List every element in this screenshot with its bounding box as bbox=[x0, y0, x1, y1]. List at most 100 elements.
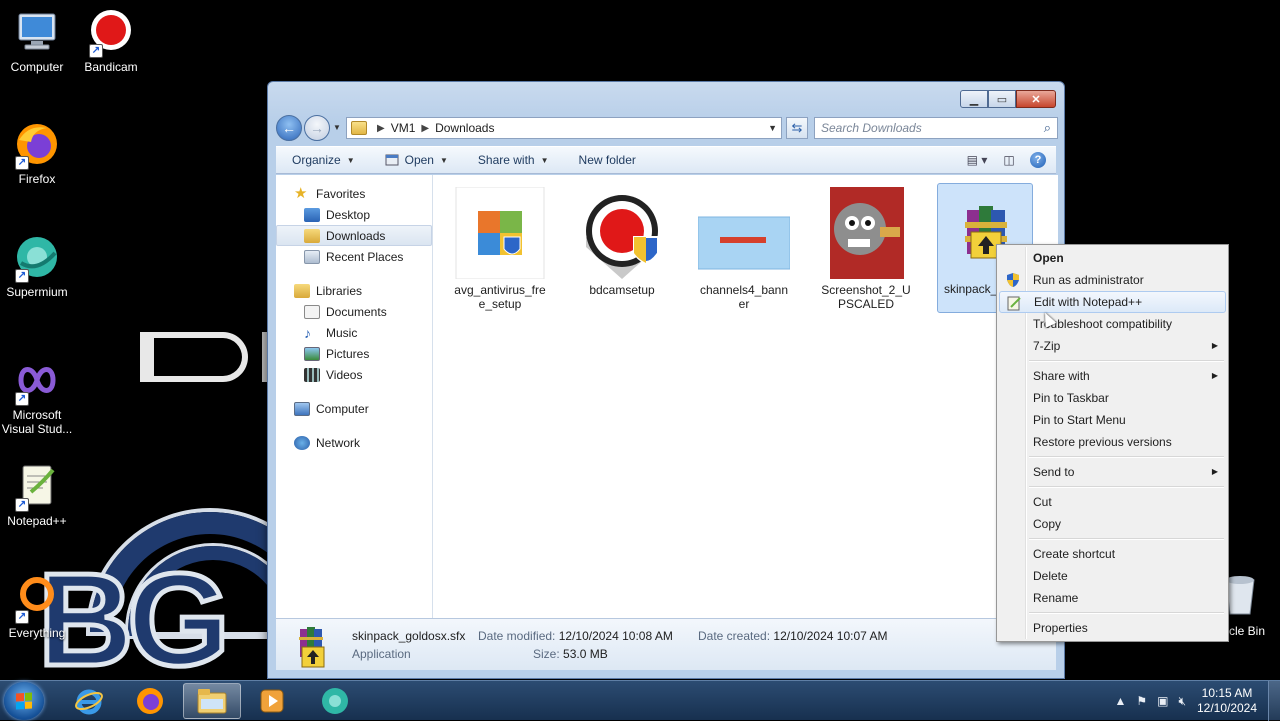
nav-music[interactable]: ♪ Music bbox=[276, 322, 432, 343]
menu-item-cut[interactable]: Cut bbox=[999, 491, 1226, 513]
menu-item-properties[interactable]: Properties bbox=[999, 617, 1226, 639]
action-center-icon[interactable]: ⚑ bbox=[1136, 694, 1147, 708]
chevron-down-icon: ▼ bbox=[439, 155, 448, 165]
file-item[interactable]: channels4_banner bbox=[696, 185, 792, 311]
forward-button[interactable]: → bbox=[304, 115, 330, 141]
menu-item-share-with[interactable]: Share with ▶ bbox=[999, 365, 1226, 387]
menu-item-troubleshoot-compatibility[interactable]: Troubleshoot compatibility bbox=[999, 313, 1226, 335]
details-pane: skinpack_goldosx.sfx Application Date mo… bbox=[276, 618, 1056, 670]
clock[interactable]: 10:15 AM 12/10/2024 bbox=[1196, 686, 1258, 716]
menu-item-rename[interactable]: Rename bbox=[999, 587, 1226, 609]
folder-icon bbox=[197, 689, 227, 714]
help-button[interactable]: ? bbox=[1030, 152, 1046, 168]
desktop-icon-label: Notepad++ bbox=[7, 514, 67, 528]
nav-label: Music bbox=[326, 325, 358, 340]
file-item[interactable]: bdcamsetup bbox=[574, 185, 670, 297]
change-view-button[interactable]: ▤ ▾ bbox=[966, 151, 988, 169]
menu-item-open[interactable]: Open bbox=[999, 247, 1226, 269]
supermium-icon bbox=[322, 688, 348, 714]
nav-label: Pictures bbox=[326, 346, 370, 361]
nav-documents[interactable]: Documents bbox=[276, 301, 432, 322]
desktop-icon-notepadpp[interactable]: ↗ Notepad++ bbox=[0, 462, 77, 528]
libraries-icon bbox=[294, 283, 310, 298]
network-icon bbox=[294, 435, 310, 450]
nav-downloads[interactable]: Downloads bbox=[276, 225, 432, 246]
size-label: Size: bbox=[533, 647, 560, 661]
share-with-button[interactable]: Share with ▼ bbox=[462, 153, 563, 167]
desktop-icon-supermium[interactable]: ↗ Supermium bbox=[0, 233, 77, 299]
minimize-button[interactable]: ▁ bbox=[960, 90, 988, 108]
details-file-type: Application bbox=[352, 647, 411, 661]
taskbar-media-player[interactable] bbox=[243, 683, 301, 719]
menu-item-copy[interactable]: Copy bbox=[999, 513, 1226, 535]
volume-muted-icon[interactable]: 🔇︎ bbox=[1178, 694, 1186, 709]
new-folder-button[interactable]: New folder bbox=[563, 153, 650, 167]
menu-item-delete[interactable]: Delete bbox=[999, 565, 1226, 587]
taskbar-supermium[interactable] bbox=[306, 683, 364, 719]
close-button[interactable]: ✕ bbox=[1016, 90, 1056, 108]
address-dropdown-icon[interactable]: ▼ bbox=[768, 123, 777, 133]
chevron-right-icon[interactable]: ▶ bbox=[421, 123, 429, 134]
nav-network[interactable]: Network bbox=[276, 432, 432, 453]
desktop-icon-bandicam[interactable]: ↗ Bandicam bbox=[71, 8, 151, 74]
menu-label: Send to bbox=[1033, 465, 1075, 479]
shortcut-arrow-icon: ↗ bbox=[15, 610, 29, 624]
menu-item-send-to[interactable]: Send to ▶ bbox=[999, 461, 1226, 483]
menu-label: 7-Zip bbox=[1033, 339, 1061, 353]
menu-item-edit-with-notepadpp[interactable]: Edit with Notepad++ bbox=[999, 291, 1226, 313]
shortcut-arrow-icon: ↗ bbox=[15, 269, 29, 283]
nav-desktop[interactable]: Desktop bbox=[276, 204, 432, 225]
chevron-right-icon[interactable]: ▶ bbox=[377, 123, 385, 134]
start-button[interactable] bbox=[4, 682, 44, 720]
back-button[interactable]: ← bbox=[276, 115, 302, 141]
nav-libraries[interactable]: Libraries bbox=[276, 280, 432, 301]
refresh-button[interactable]: ⇆ bbox=[786, 117, 808, 139]
nav-videos[interactable]: Videos bbox=[276, 364, 432, 385]
file-name: bdcamsetup bbox=[589, 283, 655, 297]
menu-item-restore-previous-versions[interactable]: Restore previous versions bbox=[999, 431, 1226, 453]
show-hidden-icons-icon[interactable]: ▲ bbox=[1114, 694, 1126, 708]
show-desktop-button[interactable] bbox=[1268, 681, 1280, 721]
breadcrumb-vm1[interactable]: VM1 bbox=[391, 121, 416, 135]
taskbar-firefox[interactable] bbox=[121, 683, 179, 719]
open-label: Open bbox=[404, 153, 434, 167]
navigation-pane: ★ Favorites Desktop Downloads Recent Pla… bbox=[276, 175, 433, 618]
menu-item-pin-to-taskbar[interactable]: Pin to Taskbar bbox=[999, 387, 1226, 409]
desktop-icon-label: Firefox bbox=[18, 172, 56, 186]
nav-label: Libraries bbox=[316, 283, 363, 298]
recent-pages-dropdown-icon[interactable]: ▼ bbox=[333, 123, 341, 132]
desktop-icon-everything[interactable]: ↗ Everything bbox=[0, 574, 77, 640]
breadcrumb-downloads[interactable]: Downloads bbox=[435, 121, 494, 135]
command-bar: Organize ▼ Open ▼ Share with ▼ New folde… bbox=[276, 146, 1056, 174]
submenu-arrow-icon: ▶ bbox=[1211, 341, 1218, 350]
desktop-icon-visual-studio[interactable]: ↗ Microsoft Visual Stud... bbox=[0, 356, 77, 436]
desktop-icon-firefox[interactable]: ↗ Firefox bbox=[0, 120, 77, 186]
computer-icon bbox=[13, 8, 61, 56]
taskbar-internet-explorer[interactable] bbox=[60, 683, 118, 719]
nav-recent-places[interactable]: Recent Places bbox=[276, 246, 432, 267]
taskbar-windows-explorer[interactable] bbox=[183, 683, 241, 719]
maximize-button[interactable]: ▭ bbox=[988, 90, 1016, 108]
nav-pictures[interactable]: Pictures bbox=[276, 343, 432, 364]
videos-icon bbox=[304, 367, 320, 382]
file-item[interactable]: avg_antivirus_free_setup bbox=[452, 185, 548, 311]
organize-button[interactable]: Organize ▼ bbox=[276, 153, 369, 167]
open-button[interactable]: Open ▼ bbox=[369, 153, 462, 167]
preview-pane-button[interactable]: ◫ bbox=[998, 151, 1020, 169]
menu-item-7zip[interactable]: 7-Zip ▶ bbox=[999, 335, 1226, 357]
open-icon bbox=[385, 153, 399, 167]
nav-favorites[interactable]: ★ Favorites bbox=[276, 183, 432, 204]
search-input[interactable]: Search Downloads ⌕ bbox=[814, 117, 1058, 139]
file-item[interactable]: Screenshot_2_UPSCALED bbox=[818, 185, 914, 311]
nav-label: Desktop bbox=[326, 207, 371, 222]
nav-computer[interactable]: Computer bbox=[276, 398, 432, 419]
menu-item-run-as-administrator[interactable]: Run as administrator bbox=[999, 269, 1226, 291]
network-status-icon[interactable]: ▣ bbox=[1157, 694, 1168, 708]
shortcut-arrow-icon: ↗ bbox=[15, 498, 29, 512]
menu-item-pin-to-start-menu[interactable]: Pin to Start Menu bbox=[999, 409, 1226, 431]
desktop-icon-computer[interactable]: Computer bbox=[0, 8, 77, 74]
address-bar[interactable]: ▶ VM1 ▶ Downloads ▼ bbox=[346, 117, 782, 139]
minimize-icon: ▁ bbox=[969, 93, 979, 106]
recycle-bin-label[interactable]: cle Bin bbox=[1229, 624, 1265, 638]
menu-item-create-shortcut[interactable]: Create shortcut bbox=[999, 543, 1226, 565]
